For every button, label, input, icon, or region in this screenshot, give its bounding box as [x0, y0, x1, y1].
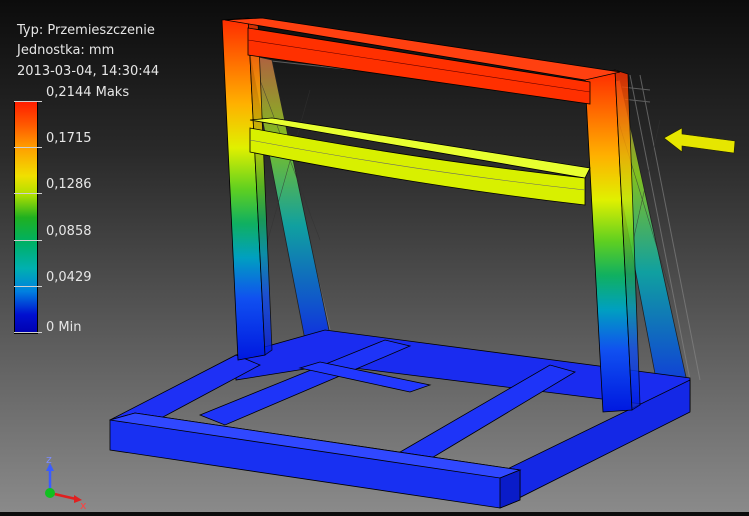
- legend-tick: [14, 101, 42, 102]
- legend-label: 0,0429: [46, 270, 92, 285]
- legend-label-min: 0 Min: [46, 320, 82, 335]
- legend-label: 0,1715: [46, 131, 92, 146]
- top-beam: [224, 17, 621, 105]
- right-post: [584, 69, 641, 413]
- result-timestamp: 2013-03-04, 14:30:44: [17, 64, 160, 79]
- legend-tick: [14, 147, 42, 148]
- legend-tick: [14, 286, 42, 287]
- axis-x-label: x: [80, 499, 87, 510]
- legend-label: 0,0858: [46, 224, 92, 239]
- axis-triad-icon[interactable]: z x: [38, 455, 98, 510]
- legend-label: 0,1286: [46, 177, 92, 192]
- legend-label-max: 0,2144 Maks: [46, 85, 130, 100]
- result-unit: Jednostka: mm: [17, 43, 115, 58]
- legend-tick: [14, 193, 42, 194]
- result-type: Typ: Przemieszczenie: [17, 23, 155, 38]
- axis-z-label: z: [46, 455, 52, 466]
- legend-tick: [14, 332, 42, 333]
- middle-beam: [249, 117, 591, 206]
- color-legend-bar: [14, 101, 38, 334]
- load-arrow: [663, 127, 736, 154]
- legend-tick: [14, 240, 42, 241]
